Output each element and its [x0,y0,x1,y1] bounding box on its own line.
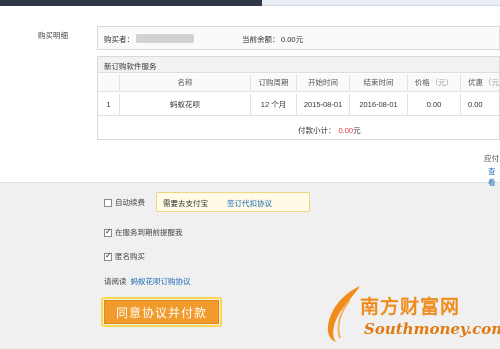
subtotal-amount: 0.00 [338,126,354,135]
row-price: 0.00 [408,94,461,115]
logo-swoosh-icon [327,286,360,342]
buyer-name-blurred [136,34,194,43]
table-row: 1 蚂蚁花呗 12 个月 2015-08-01 2016-08-01 0.00 … [98,94,499,116]
remind-option[interactable]: 在服务到期前提醒我 [104,227,183,238]
header-period: 订购周期 [251,74,297,91]
auto-renew-tip: 需要去支付宝 签订代扣协议 [156,192,310,212]
order-table-box: 新订购软件服务 名称 订购周期 开始时间 结束时间 价格 （元） 优惠 （元 1 蚂… [97,56,500,140]
remind-checkbox[interactable] [104,227,112,237]
auto-renew-tip-text: 需要去支付宝 [163,199,208,208]
row-end: 2016-08-01 [350,94,408,115]
payable-link[interactable]: 查看 [488,166,500,188]
row-name: 蚂蚁花呗 [120,94,251,115]
auto-renew-label: 自动续费 [115,198,145,207]
header-end: 结束时间 [350,74,408,91]
row-start: 2015-08-01 [297,94,350,115]
header-discount: 优惠 （元 [468,78,499,87]
anonymous-option[interactable]: 匿名购买 [104,251,145,262]
subtotal: 付款小计： 0.00元 [298,125,361,136]
watermark-en: Southmoney.com [364,320,500,338]
header-name: 名称 [120,74,251,91]
header-index [98,74,120,91]
anonymous-checkbox[interactable] [104,251,112,261]
order-title-bar: 新订购软件服务 [98,57,499,73]
row-discount: 0.00 [468,100,483,109]
row-index: 1 [98,94,120,115]
subtotal-unit: 元 [353,126,361,135]
balance-label: 当前余额： [242,35,280,44]
agreement-notice: 请阅读 蚂蚁花呗订购协议 [104,276,191,287]
row-period: 12 个月 [251,94,297,115]
order-title: 新订购软件服务 [104,62,157,71]
buyer-label: 购买者： [104,35,134,44]
header-start: 开始时间 [297,74,350,91]
anonymous-label: 匿名购买 [115,252,145,261]
table-header-row: 名称 订购周期 开始时间 结束时间 价格 （元） 优惠 （元 [98,74,499,92]
buyer-info-box: 购买者： 当前余额： 0.00元 [97,26,500,50]
remind-label: 在服务到期前提醒我 [115,228,183,237]
payable-label: 应付 [484,154,499,163]
subtotal-label: 付款小计： [298,126,336,135]
agreement-prefix: 请阅读 [104,277,127,286]
watermark-logo: 南方财富网 Southmoney.com [316,282,500,349]
auto-renew-checkbox[interactable] [104,198,112,207]
auto-renew-option[interactable]: 自动续费 [104,197,145,208]
balance-value: 0.00元 [281,35,304,44]
watermark-cn: 南方财富网 [360,296,461,318]
agree-and-pay-button[interactable]: 同意协议并付款 [104,300,219,324]
header-price: 价格 （元） [408,74,461,91]
agreement-link[interactable]: 蚂蚁花呗订购协议 [131,277,191,286]
sign-agreement-link[interactable]: 签订代扣协议 [227,198,272,209]
section-label: 购买明细 [38,31,68,40]
